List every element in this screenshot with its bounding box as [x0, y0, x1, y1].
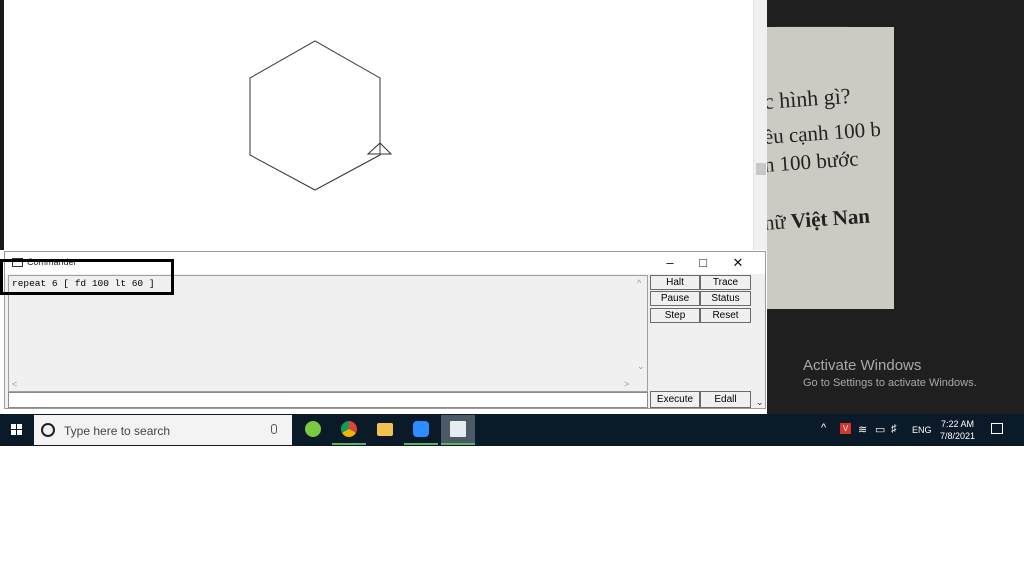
close-icon[interactable]: ✕	[723, 253, 753, 273]
maximize-icon[interactable]: □	[688, 253, 718, 273]
minimize-icon[interactable]: –	[655, 253, 685, 273]
logo-canvas[interactable]	[0, 0, 768, 250]
chevron-up-icon[interactable]: ^	[821, 422, 826, 434]
photo-text-line: ều cạnh 100 b	[767, 116, 882, 149]
file-explorer-icon	[377, 423, 393, 436]
search-placeholder: Type here to search	[64, 424, 171, 438]
language-indicator[interactable]: ENG	[912, 425, 932, 435]
antivirus-icon[interactable]: V	[840, 423, 851, 434]
command-input[interactable]	[8, 392, 648, 408]
clock[interactable]: 7:22 AM 7/8/2021	[940, 418, 975, 442]
reset-button[interactable]: Reset	[700, 308, 751, 323]
scroll-up-icon[interactable]: ^	[637, 278, 641, 288]
edall-button[interactable]: Edall	[700, 391, 751, 408]
chrome-icon	[341, 421, 357, 437]
halt-button[interactable]: Halt	[650, 275, 700, 290]
battery-icon[interactable]: ▭	[875, 423, 885, 436]
textbook-photo: c hình gì? ều cạnh 100 b h 100 bước hữ V…	[767, 27, 894, 309]
sync-app-icon	[305, 421, 321, 437]
status-button[interactable]: Status	[700, 291, 751, 306]
clock-time: 7:22 AM	[941, 419, 975, 429]
activation-subtitle: Go to Settings to activate Windows.	[803, 377, 977, 389]
step-button[interactable]: Step	[650, 308, 700, 323]
side-pane-tab	[777, 12, 847, 27]
zoom-icon	[413, 421, 429, 437]
logo-app-icon	[450, 421, 466, 437]
taskbar-app-sync[interactable]	[296, 415, 330, 445]
side-pane-header	[767, 0, 1024, 10]
microphone-icon[interactable]	[271, 424, 277, 434]
canvas-vertical-scrollbar[interactable]	[753, 0, 768, 250]
activation-watermark: Activate Windows Go to Settings to activ…	[803, 357, 977, 389]
photo-text-line: h 100 bước	[767, 146, 860, 177]
taskbar-app-chrome[interactable]	[332, 415, 366, 445]
trace-button[interactable]: Trace	[700, 275, 751, 290]
chevron-down-icon[interactable]: ⌄	[756, 397, 764, 408]
photo-text-line: c hình gì?	[767, 82, 852, 114]
taskbar-app-explorer[interactable]	[368, 415, 402, 445]
start-button[interactable]	[0, 414, 34, 446]
taskbar-app-logo[interactable]	[441, 415, 475, 445]
scroll-left-icon[interactable]: <	[12, 379, 17, 389]
notification-icon[interactable]	[991, 423, 1003, 434]
scroll-thumb[interactable]	[756, 163, 766, 175]
taskbar: Type here to search ^ V ≋ ▭ ♯ ENG 7:22 A…	[0, 414, 1024, 446]
photo-text-line: hữ Việt Nan	[767, 203, 871, 235]
taskbar-app-zoom[interactable]	[404, 415, 438, 445]
side-pane: c hình gì? ều cạnh 100 b h 100 bước hữ V…	[767, 0, 1024, 414]
highlight-box	[0, 259, 174, 295]
activation-title: Activate Windows	[803, 357, 922, 374]
hexagon-shape	[249, 40, 381, 191]
scroll-down-icon[interactable]: ⌄	[637, 361, 645, 372]
scroll-right-icon[interactable]: >	[624, 379, 629, 389]
windows-logo-icon	[11, 424, 23, 436]
volume-muted-icon[interactable]: ♯	[891, 423, 897, 435]
wifi-icon[interactable]: ≋	[858, 423, 867, 436]
clock-date: 7/8/2021	[940, 431, 976, 441]
drawing	[249, 40, 393, 191]
pause-button[interactable]: Pause	[650, 291, 700, 306]
execute-button[interactable]: Execute	[650, 391, 700, 408]
taskbar-search[interactable]: Type here to search	[34, 415, 292, 445]
cortana-icon	[41, 423, 55, 437]
